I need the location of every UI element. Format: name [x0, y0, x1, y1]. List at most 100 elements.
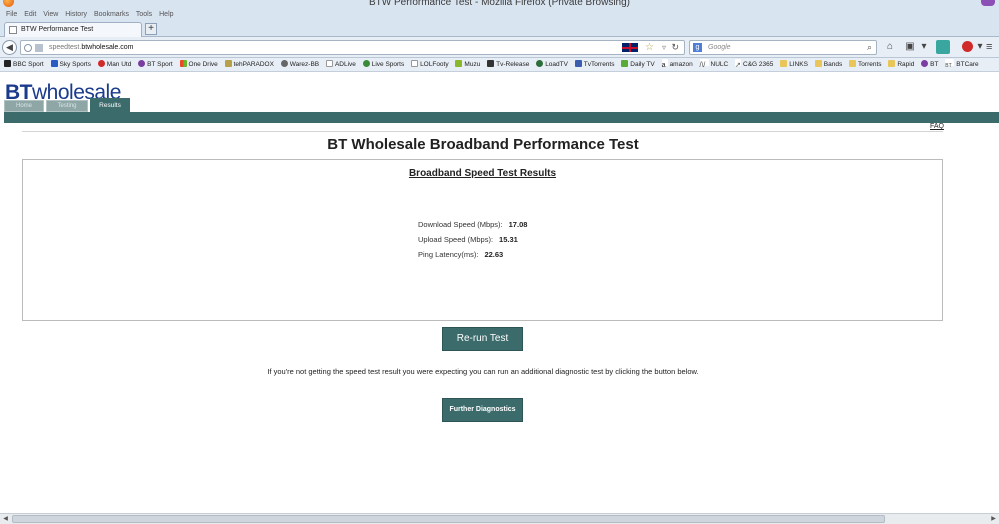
cg-icon: ↗ — [735, 59, 742, 69]
ping-latency-row: Ping Latency(ms): 22.63 — [418, 250, 503, 259]
bookmark-daily-tv[interactable]: Daily TV — [621, 58, 655, 71]
browser-window: BTW Performance Test - Mozilla Firefox (… — [0, 0, 999, 524]
bookmarks-toolbar: BBC Sport Sky Sports Man Utd BT Sport On… — [0, 58, 999, 72]
header-divider — [22, 131, 943, 132]
bookmark-folder-links[interactable]: LINKS — [780, 58, 808, 71]
bookmark-warez-bb[interactable]: Warez-BB — [280, 58, 319, 71]
back-button[interactable]: ◀ — [2, 40, 17, 55]
download-speed-label: Download Speed (Mbps): — [418, 220, 503, 229]
amazon-icon: a — [661, 59, 668, 69]
bookmark-one-drive[interactable]: One Drive — [179, 58, 218, 71]
bookmark-nulc[interactable]: /\/NULC — [699, 58, 728, 71]
page-title: BT Wholesale Broadband Performance Test — [327, 136, 639, 153]
scroll-left-icon[interactable]: ◀ — [0, 514, 11, 524]
download-speed-value: 17.08 — [508, 220, 528, 229]
bookmark-live-sports[interactable]: Live Sports — [362, 58, 404, 71]
bookmark-bt-sport[interactable]: BT Sport — [138, 58, 173, 71]
menu-bookmarks[interactable]: Bookmarks — [94, 11, 129, 18]
faq-link[interactable]: FAQ — [930, 123, 944, 130]
bookmark-cg-2365[interactable]: ↗ C&G 2365 — [735, 58, 773, 71]
downloads-icon[interactable]: ▣ — [904, 41, 916, 53]
title-bar: BTW Performance Test - Mozilla Firefox (… — [0, 0, 999, 9]
url-history-dropdown-icon[interactable]: ▿ — [662, 41, 666, 54]
tvtorrents-icon — [574, 60, 582, 67]
folder-icon — [849, 60, 857, 67]
menu-bar: File Edit View History Bookmarks Tools H… — [0, 9, 999, 21]
site-tab-results[interactable]: Results — [90, 98, 130, 112]
bbc-icon — [4, 60, 11, 67]
bt-icon — [921, 60, 929, 67]
adblock-icon[interactable] — [962, 41, 973, 52]
bookmark-sky-sports[interactable]: Sky Sports — [50, 58, 91, 71]
menu-edit[interactable]: Edit — [24, 11, 36, 18]
scrollbar-thumb[interactable] — [12, 515, 885, 523]
rerun-test-button[interactable]: Re-run Test — [442, 327, 523, 351]
bookmark-bt[interactable]: BT — [921, 58, 938, 71]
uk-flag-icon[interactable] — [622, 43, 638, 52]
bookmark-folder-rapid[interactable]: Rapid — [888, 58, 914, 71]
bookmark-btcare[interactable]: BT BTCare — [945, 58, 979, 71]
menu-file[interactable]: File — [6, 11, 17, 18]
google-engine-icon[interactable]: g — [693, 43, 702, 52]
new-tab-button[interactable]: + — [145, 23, 157, 35]
live-sports-icon — [362, 60, 370, 67]
bookmark-tvtorrents[interactable]: TvTorrents — [574, 58, 614, 71]
warez-bb-icon — [280, 60, 288, 67]
navigation-bar: ◀ speedtest.btwholesale.com ☆ ▿ ↻ g Goog… — [0, 37, 999, 58]
bookmark-folder-bands[interactable]: Bands — [814, 58, 842, 71]
tehparadox-icon — [224, 60, 232, 67]
menu-history[interactable]: History — [65, 11, 87, 18]
bookmark-loadtv[interactable]: LoadTV — [536, 58, 568, 71]
man-utd-icon — [97, 60, 105, 67]
diagnostic-notice: If you're not getting the speed test res… — [267, 367, 699, 376]
bookmark-folder-torrents[interactable]: Torrents — [849, 58, 882, 71]
folder-icon — [814, 60, 822, 67]
reload-icon[interactable]: ↻ — [671, 41, 679, 54]
search-icon[interactable]: ⌕ — [867, 41, 872, 54]
bookmark-man-utd[interactable]: Man Utd — [97, 58, 131, 71]
further-diagnostics-button[interactable]: Further Diagnostics — [442, 398, 523, 422]
bookmark-lolfooty[interactable]: LOLFooty — [411, 58, 449, 71]
ping-latency-label: Ping Latency(ms): — [418, 250, 479, 259]
upload-speed-row: Upload Speed (Mbps): 15.31 — [418, 235, 518, 244]
folder-icon — [888, 60, 896, 67]
site-tab-testing[interactable]: Testing — [46, 100, 88, 112]
addon-dropdown-icon[interactable]: ▾ — [974, 41, 986, 53]
bookmark-amazon[interactable]: a amazon — [661, 58, 693, 71]
site-tab-home[interactable]: Home — [4, 100, 44, 112]
home-icon[interactable]: ⌂ — [884, 41, 896, 53]
search-placeholder: Google — [708, 44, 731, 51]
addon-teal-icon[interactable] — [936, 40, 950, 54]
url-prefix: speedtest. — [49, 44, 82, 51]
bt-sport-icon — [138, 60, 146, 67]
page-favicon-icon — [9, 26, 17, 34]
scroll-right-icon[interactable]: ▶ — [988, 514, 999, 524]
url-bar[interactable]: speedtest.btwholesale.com ☆ ▿ ↻ — [20, 40, 685, 55]
search-bar[interactable]: g Google ⌕ — [689, 40, 877, 55]
upload-speed-label: Upload Speed (Mbps): — [418, 235, 494, 244]
menu-icon[interactable]: ≡ — [986, 41, 992, 53]
bookmark-star-icon[interactable]: ☆ — [645, 41, 654, 54]
bookmark-adlive[interactable]: ADLive — [325, 58, 356, 71]
window-title: BTW Performance Test - Mozilla Firefox (… — [369, 0, 630, 8]
bookmark-bbc-sport[interactable]: BBC Sport — [4, 58, 44, 71]
site-nav-bar — [4, 112, 999, 123]
globe-icon — [24, 44, 32, 52]
menu-help[interactable]: Help — [159, 11, 173, 18]
tab-strip: BTW Performance Test + — [0, 21, 999, 37]
menu-view[interactable]: View — [43, 11, 58, 18]
bookmark-muzu[interactable]: Muzu — [455, 58, 480, 71]
bookmark-tv-release[interactable]: Tv-Release — [487, 58, 529, 71]
site-identity-icon[interactable] — [35, 44, 43, 52]
downloads-dropdown-icon[interactable]: ▾ — [918, 41, 930, 53]
tv-icon — [487, 60, 495, 67]
nulc-icon: /\/ — [699, 59, 709, 69]
horizontal-scrollbar[interactable]: ◀ ▶ — [0, 513, 999, 524]
bt-logo-icon: BT — [945, 59, 955, 69]
url-domain: btwholesale.com — [81, 44, 134, 51]
menu-tools[interactable]: Tools — [136, 11, 152, 18]
bookmark-tehparadox[interactable]: tehPARADOX — [224, 58, 274, 71]
windows-icon — [179, 60, 187, 67]
ping-latency-value: 22.63 — [484, 250, 504, 259]
tab-btw-performance[interactable]: BTW Performance Test — [4, 22, 142, 37]
